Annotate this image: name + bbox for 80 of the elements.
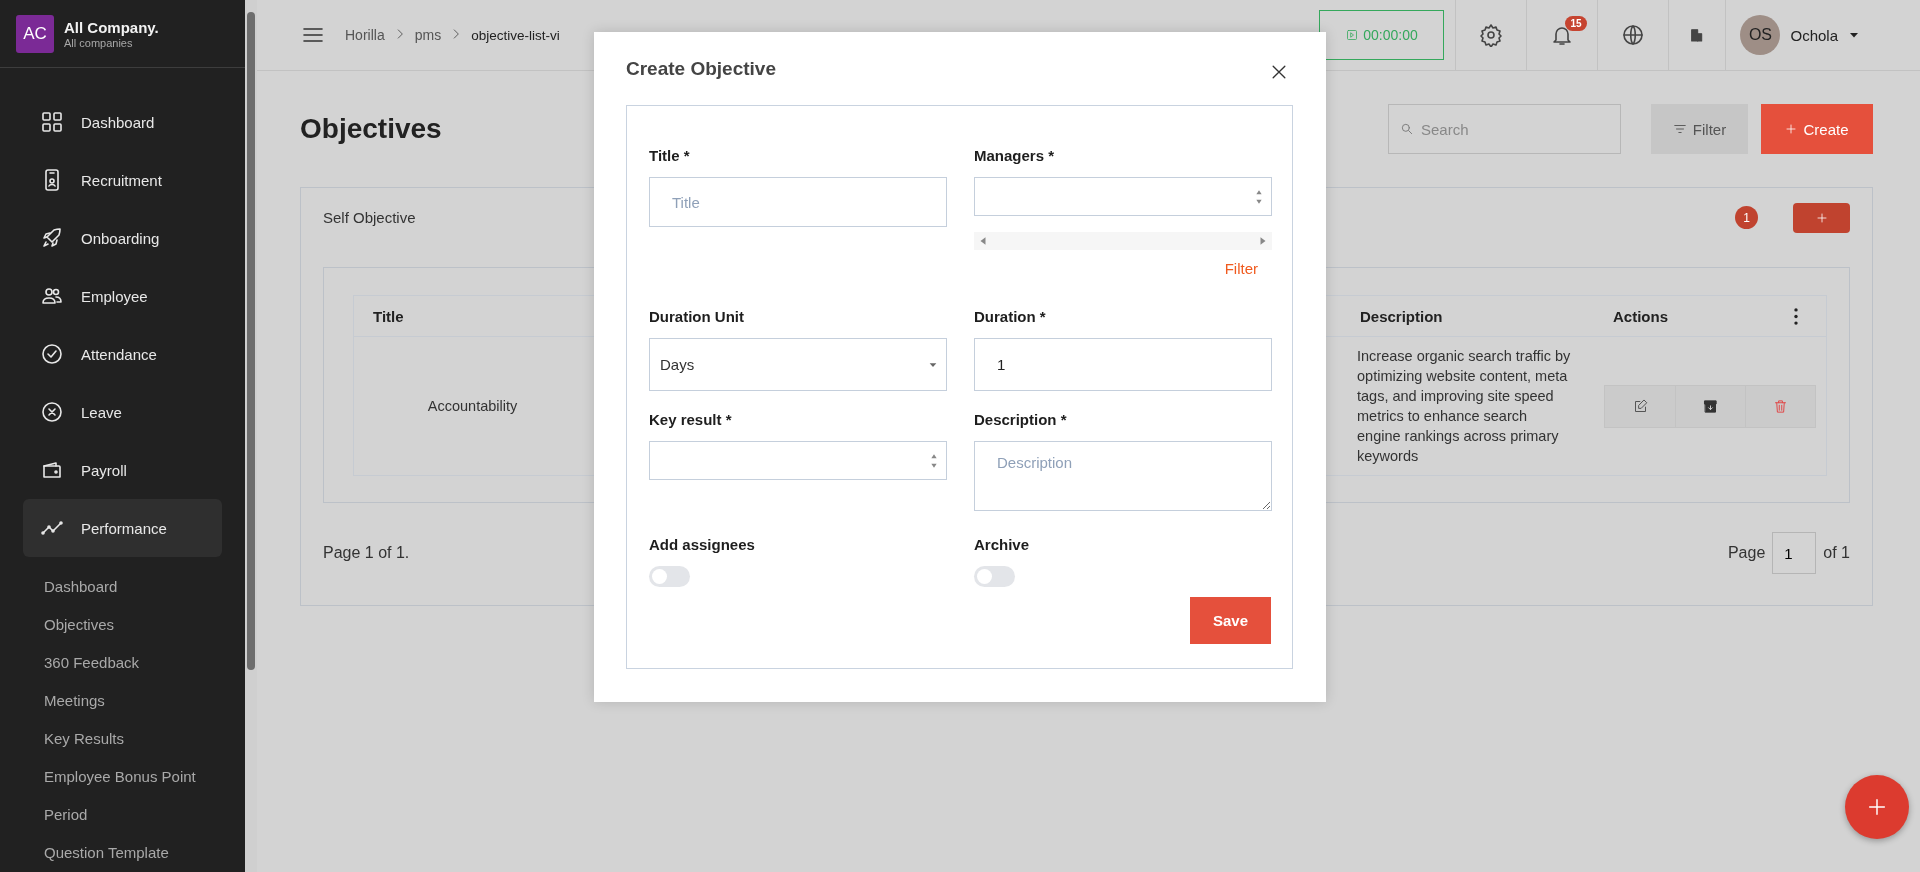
sidebar-item[interactable]: Onboarding bbox=[23, 209, 222, 267]
search-field[interactable]: Search bbox=[1388, 104, 1621, 154]
save-button[interactable]: Save bbox=[1190, 597, 1271, 644]
left-arrow-icon bbox=[978, 236, 988, 246]
plus-icon bbox=[1815, 211, 1828, 224]
x-circle-icon bbox=[40, 400, 64, 424]
add-button[interactable] bbox=[1793, 202, 1850, 233]
horizontal-scrollbar[interactable] bbox=[974, 232, 1272, 250]
scrollbar[interactable] bbox=[245, 0, 257, 872]
column-header: Description bbox=[1341, 296, 1594, 337]
user-avatar[interactable]: OS bbox=[1740, 15, 1781, 55]
dialog-title: Create Objective bbox=[626, 57, 777, 80]
plus-icon bbox=[1785, 123, 1798, 135]
field-label: Managers * bbox=[974, 146, 1056, 166]
sidebar-subitem[interactable]: 360 Feedback bbox=[44, 644, 245, 682]
check-circle-icon bbox=[40, 342, 64, 366]
pager-total: of 1 bbox=[1823, 544, 1850, 562]
field-label: Description * bbox=[974, 410, 1068, 430]
column-header: Title bbox=[354, 296, 591, 337]
number-field[interactable] bbox=[649, 441, 947, 480]
toggle-switch[interactable] bbox=[974, 566, 1015, 587]
field-label: Key result * bbox=[649, 410, 733, 430]
sidebar-subitem[interactable]: Objectives bbox=[44, 606, 245, 644]
add-fab-button[interactable] bbox=[1845, 775, 1909, 839]
description-field[interactable]: Description bbox=[974, 441, 1272, 511]
plus-icon bbox=[1866, 796, 1888, 818]
sidebar-item[interactable]: Attendance bbox=[23, 325, 222, 383]
sidebar-subitem[interactable]: Meetings bbox=[44, 682, 245, 720]
filter-button[interactable]: Filter bbox=[1651, 104, 1748, 154]
globe-icon bbox=[1621, 23, 1646, 47]
filter-icon bbox=[1672, 122, 1687, 136]
toggle-switch[interactable] bbox=[649, 566, 690, 587]
pager-label: Page bbox=[1727, 544, 1766, 562]
sidebar-subitem[interactable]: Employee Bonus Point bbox=[44, 758, 245, 796]
page-number-field[interactable]: 1 bbox=[1772, 532, 1817, 574]
field-label: Duration Unit bbox=[649, 307, 745, 327]
notification-badge: 15 bbox=[1565, 15, 1587, 31]
sidebar-item[interactable]: Recruitment bbox=[23, 151, 222, 209]
grid-icon bbox=[40, 110, 64, 134]
sidebar-item[interactable]: Performance bbox=[23, 499, 222, 557]
duration-unit-select[interactable]: Days bbox=[649, 338, 947, 391]
search-icon bbox=[1400, 122, 1414, 136]
text-field[interactable]: Title bbox=[649, 177, 947, 227]
field-label: Add assignees bbox=[649, 535, 756, 555]
right-arrow-icon bbox=[1258, 236, 1268, 246]
sidebar-item[interactable]: Payroll bbox=[23, 441, 222, 499]
sidebar-item[interactable]: Employee bbox=[23, 267, 222, 325]
user-name[interactable]: Ochola bbox=[1790, 26, 1838, 44]
breadcrumb-link[interactable]: objective-list-vi bbox=[471, 27, 560, 43]
edit-icon bbox=[1632, 398, 1648, 414]
breadcrumb-link[interactable]: pms bbox=[414, 27, 442, 43]
sidebar-item[interactable]: Dashboard bbox=[23, 93, 222, 151]
field-label: Duration * bbox=[974, 307, 1047, 327]
breadcrumb-link[interactable]: Horilla bbox=[345, 27, 385, 43]
count-badge: 1 bbox=[1735, 206, 1758, 229]
sidebar-subitem[interactable]: Question Template bbox=[44, 834, 245, 872]
sidebar-subitem[interactable]: Dashboard bbox=[44, 568, 245, 606]
sidebar-subitem[interactable]: Key Results bbox=[44, 720, 245, 758]
rocket-icon bbox=[40, 226, 64, 250]
company-subtitle: All companies bbox=[64, 36, 134, 49]
column-header: Actions bbox=[1613, 307, 1668, 325]
table-cell-text: Accountability bbox=[426, 397, 519, 416]
create-button[interactable]: Create bbox=[1761, 104, 1873, 154]
more-icon[interactable] bbox=[1794, 307, 1798, 325]
company-name: All Company. bbox=[64, 18, 159, 36]
company-logo: AC bbox=[16, 14, 54, 53]
archive-button[interactable] bbox=[1675, 385, 1745, 427]
settings-icon bbox=[1479, 23, 1504, 47]
table-cell-text: Increase organic search traffic by optimizing website content, meta tags, and improving site speed metrics to enhance search engine rankings across primary keywords bbox=[1356, 347, 1572, 466]
page-info: Page 1 of 1. bbox=[323, 544, 410, 562]
archive-icon bbox=[1703, 398, 1718, 414]
play-icon bbox=[1346, 29, 1359, 41]
field-label: Archive bbox=[974, 535, 1031, 555]
sidebar-subitem[interactable]: Period bbox=[44, 796, 245, 834]
text-field[interactable]: 1 bbox=[974, 338, 1272, 391]
managers-select[interactable] bbox=[974, 177, 1272, 216]
trash-icon bbox=[1773, 398, 1788, 414]
field-label: Title * bbox=[649, 146, 691, 166]
sidebar-item[interactable]: Leave bbox=[23, 383, 222, 441]
page-title: Objectives bbox=[300, 113, 443, 145]
